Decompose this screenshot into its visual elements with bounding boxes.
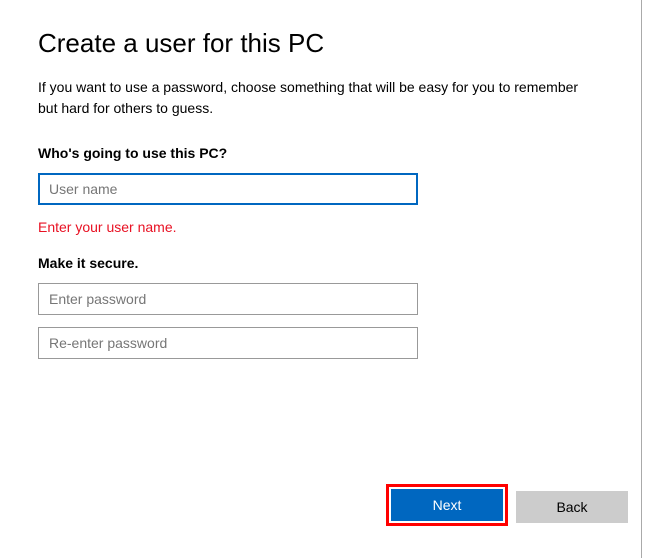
password-input[interactable]	[38, 283, 418, 315]
next-button[interactable]: Next	[391, 489, 503, 521]
username-input[interactable]	[38, 173, 418, 205]
dialog-content: Create a user for this PC If you want to…	[0, 0, 652, 359]
button-row: Next Back	[386, 484, 628, 526]
confirm-password-input[interactable]	[38, 327, 418, 359]
instruction-text: If you want to use a password, choose so…	[38, 77, 598, 119]
page-title: Create a user for this PC	[38, 28, 620, 59]
highlight-box: Next	[386, 484, 508, 526]
username-label: Who's going to use this PC?	[38, 145, 620, 161]
back-button[interactable]: Back	[516, 491, 628, 523]
password-section-label: Make it secure.	[38, 255, 620, 271]
username-error: Enter your user name.	[38, 219, 620, 235]
right-divider	[641, 0, 642, 558]
